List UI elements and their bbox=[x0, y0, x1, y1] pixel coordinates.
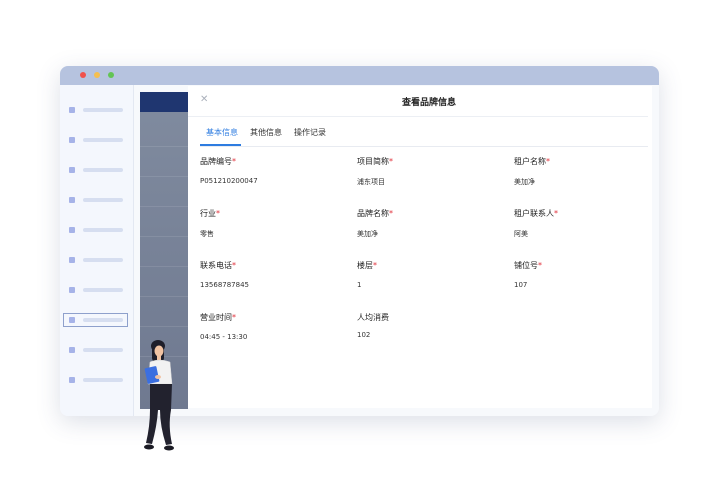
sidebar-item-6[interactable] bbox=[64, 254, 127, 266]
sidebar-item-placeholder bbox=[83, 348, 123, 352]
sidebar-item-icon bbox=[69, 227, 75, 233]
person-pants bbox=[146, 384, 172, 445]
field-value-avg-spend: 102 bbox=[357, 331, 371, 339]
tab-other-info[interactable]: 其他信息 bbox=[250, 127, 282, 138]
sidebar bbox=[60, 85, 134, 416]
sidebar-item-5[interactable] bbox=[64, 224, 127, 236]
sidebar-item-placeholder bbox=[83, 228, 123, 232]
person-shoe bbox=[164, 445, 174, 451]
sidebar-item-placeholder bbox=[83, 258, 123, 262]
field-label-project-short: 项目简称* bbox=[357, 157, 393, 166]
field-label-business-hours: 营业时间* bbox=[200, 313, 236, 322]
sidebar-item-icon bbox=[69, 197, 75, 203]
tab-operation-log[interactable]: 操作记录 bbox=[294, 127, 326, 138]
sidebar-item-placeholder bbox=[83, 318, 123, 322]
tab-basic-info[interactable]: 基本信息 bbox=[206, 127, 238, 138]
minimize-window-dot[interactable] bbox=[94, 72, 100, 78]
sidebar-item-icon bbox=[69, 317, 75, 323]
sidebar-item-placeholder bbox=[83, 168, 123, 172]
sidebar-item-placeholder bbox=[83, 108, 123, 112]
brand-detail-drawer: ✕ 查看品牌信息 基本信息 其他信息 操作记录 品牌编号* P051210200… bbox=[188, 86, 652, 408]
sidebar-item-placeholder bbox=[83, 198, 123, 202]
field-label-brand-name: 品牌名称* bbox=[357, 209, 393, 218]
person-neck bbox=[157, 355, 161, 360]
sidebar-item-icon bbox=[69, 167, 75, 173]
sidebar-item-icon bbox=[69, 137, 75, 143]
person-illustration bbox=[144, 340, 174, 451]
field-value-tenant-name: 美加净 bbox=[514, 178, 535, 186]
overlay-row-line bbox=[140, 266, 188, 267]
sidebar-item-icon bbox=[69, 287, 75, 293]
field-label-brand-code: 品牌编号* bbox=[200, 157, 236, 166]
overlay-row-line bbox=[140, 236, 188, 237]
sidebar-item-2[interactable] bbox=[64, 134, 127, 146]
field-value-project-short: 浦东项目 bbox=[357, 178, 385, 186]
field-value-floor: 1 bbox=[357, 281, 362, 289]
sidebar-item-4[interactable] bbox=[64, 194, 127, 206]
field-value-industry: 零售 bbox=[200, 230, 214, 238]
overlay-row-line bbox=[140, 146, 188, 147]
field-label-tenant-name: 租户名称* bbox=[514, 157, 550, 166]
sidebar-item-placeholder bbox=[83, 138, 123, 142]
sidebar-item-7[interactable] bbox=[64, 284, 127, 296]
sidebar-item-placeholder bbox=[83, 288, 123, 292]
field-value-brand-name: 美加净 bbox=[357, 230, 378, 238]
field-value-shop-number: 107 bbox=[514, 281, 528, 289]
maximize-window-dot[interactable] bbox=[108, 72, 114, 78]
sidebar-item-icon bbox=[69, 257, 75, 263]
sidebar-item-placeholder bbox=[83, 378, 123, 382]
field-value-phone: 13568787845 bbox=[200, 281, 249, 289]
field-label-shop-number: 铺位号* bbox=[514, 261, 542, 270]
field-label-floor: 楼层* bbox=[357, 261, 377, 270]
field-value-brand-code: P051210200047 bbox=[200, 177, 258, 185]
panel-title: 查看品牌信息 bbox=[401, 98, 456, 108]
field-label-industry: 行业* bbox=[200, 209, 220, 218]
window-titlebar bbox=[60, 66, 659, 85]
header-divider bbox=[188, 116, 648, 117]
sidebar-item-10[interactable] bbox=[64, 374, 127, 386]
overlay-row-line bbox=[140, 206, 188, 207]
overlay-row-line bbox=[140, 296, 188, 297]
sidebar-item-3[interactable] bbox=[64, 164, 127, 176]
overlay-row-line bbox=[140, 326, 188, 327]
overlay-row-line bbox=[140, 176, 188, 177]
sidebar-item-icon bbox=[69, 347, 75, 353]
sidebar-item-9[interactable] bbox=[64, 344, 127, 356]
person-shoe bbox=[144, 444, 154, 450]
tabs-divider bbox=[200, 146, 648, 147]
sidebar-item-icon bbox=[69, 377, 75, 383]
field-value-business-hours: 04:45 - 13:30 bbox=[200, 333, 248, 341]
sidebar-item-1[interactable] bbox=[64, 104, 127, 116]
sidebar-item-icon bbox=[69, 107, 75, 113]
person-face bbox=[154, 345, 164, 357]
field-label-avg-spend: 人均消费 bbox=[357, 313, 389, 322]
field-label-tenant-contact: 租户联系人* bbox=[514, 209, 558, 218]
sidebar-item-8-active[interactable] bbox=[63, 313, 128, 327]
close-window-dot[interactable] bbox=[80, 72, 86, 78]
field-label-phone: 联系电话* bbox=[200, 261, 236, 270]
person-hand bbox=[155, 375, 161, 379]
field-value-tenant-contact: 阿美 bbox=[514, 230, 528, 238]
